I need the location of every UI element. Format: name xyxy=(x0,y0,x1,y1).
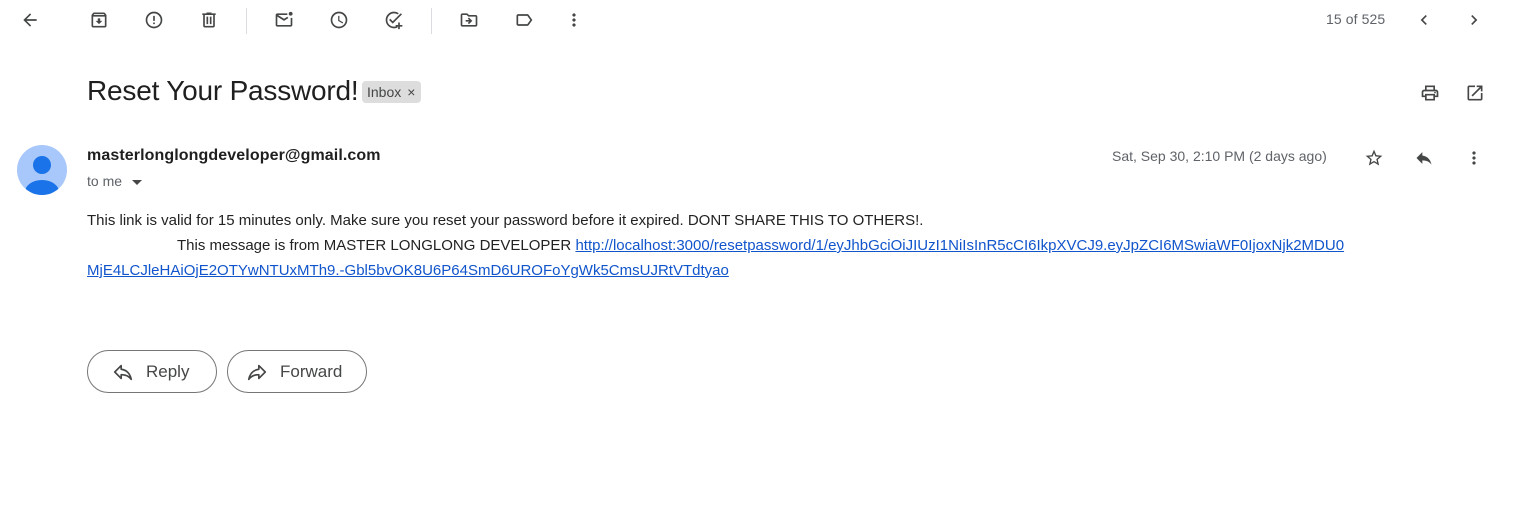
mark-unread-icon[interactable] xyxy=(266,2,302,38)
message-more-icon[interactable] xyxy=(1456,140,1492,176)
recipient-line[interactable]: to me xyxy=(87,173,143,189)
back-arrow-icon[interactable] xyxy=(12,2,48,38)
open-in-new-window-icon[interactable] xyxy=(1457,75,1493,111)
sender-email[interactable]: masterlonglongdeveloper@gmail.com xyxy=(87,147,381,165)
email-body: This link is valid for 15 minutes only. … xyxy=(87,208,1347,283)
body-paragraph-1: This link is valid for 15 minutes only. … xyxy=(87,212,924,229)
toolbar-divider xyxy=(431,8,432,34)
snooze-icon[interactable] xyxy=(321,2,357,38)
reply-icon xyxy=(113,364,133,380)
show-details-icon[interactable] xyxy=(132,179,143,185)
report-spam-icon[interactable] xyxy=(136,2,172,38)
message-counter: 15 of 525 xyxy=(1326,11,1386,27)
label-chip-text: Inbox xyxy=(367,84,402,100)
print-icon[interactable] xyxy=(1412,75,1448,111)
recipient-label: to me xyxy=(87,173,123,189)
delete-icon[interactable] xyxy=(191,2,227,38)
email-date: Sat, Sep 30, 2:10 PM (2 days ago) xyxy=(1112,148,1327,164)
forward-button[interactable]: Forward xyxy=(227,350,367,393)
forward-button-label: Forward xyxy=(280,361,343,381)
archive-icon[interactable] xyxy=(81,2,117,38)
label-icon[interactable] xyxy=(506,2,542,38)
remove-label-icon[interactable]: × xyxy=(407,84,415,100)
reply-button[interactable]: Reply xyxy=(87,350,217,393)
star-icon[interactable] xyxy=(1356,140,1392,176)
reply-icon[interactable] xyxy=(1406,140,1442,176)
chevron-right-icon[interactable] xyxy=(1456,2,1492,38)
email-subject: Reset Your Password! xyxy=(87,75,359,106)
add-to-tasks-icon[interactable] xyxy=(376,2,412,38)
avatar-person-icon xyxy=(25,156,59,195)
forward-icon xyxy=(247,364,267,380)
body-message-origin: This message is from MASTER LONGLONG DEV… xyxy=(177,237,572,254)
move-to-icon[interactable] xyxy=(451,2,487,38)
more-vert-icon[interactable] xyxy=(556,2,592,38)
toolbar-divider xyxy=(246,8,247,34)
body-paragraph-2: This message is from MASTER LONGLONG DEV… xyxy=(87,233,1347,283)
chevron-left-icon[interactable] xyxy=(1406,2,1442,38)
inbox-label-chip[interactable]: Inbox × xyxy=(362,81,422,103)
reply-button-label: Reply xyxy=(146,361,190,381)
sender-avatar[interactable] xyxy=(17,145,67,195)
